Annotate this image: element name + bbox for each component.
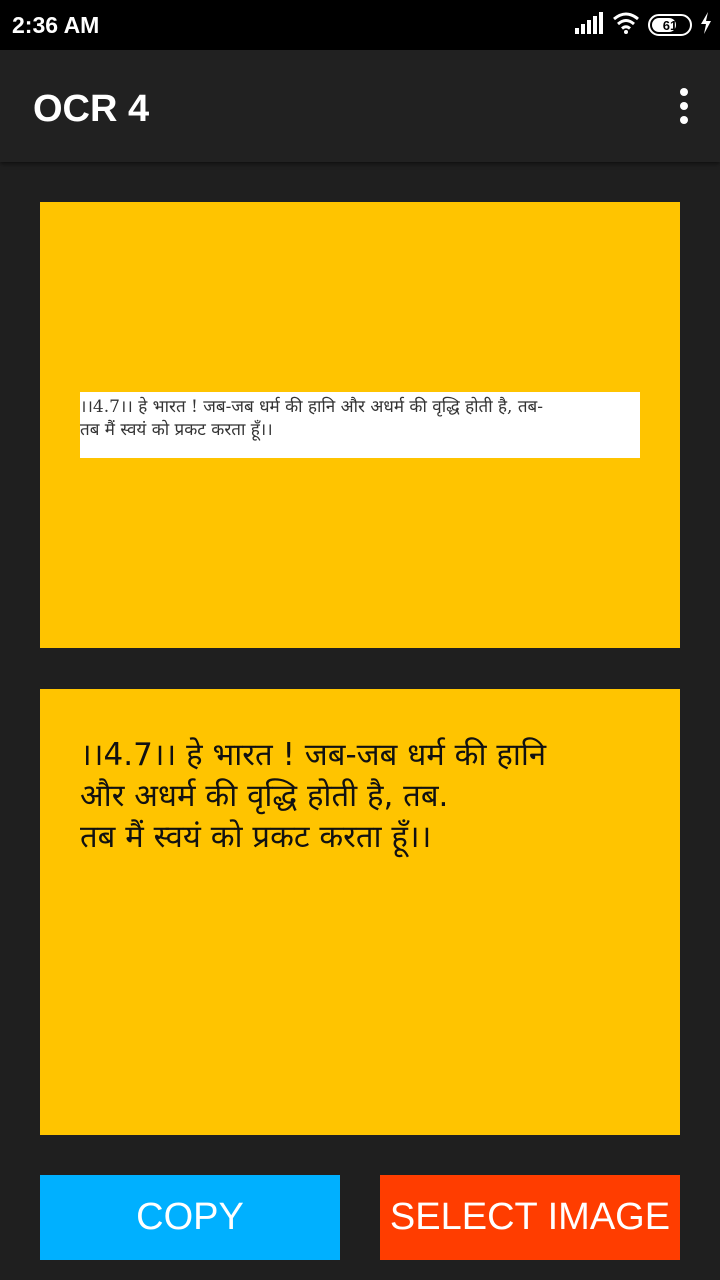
status-time: 2:36 AM	[12, 12, 100, 38]
wifi-icon	[612, 12, 640, 38]
ocr-result-card: ।।4.7।। हे भारत ! जब-जब धर्म की हानि और …	[40, 689, 680, 1135]
copy-button[interactable]: COPY	[40, 1175, 340, 1260]
image-preview-card: ।।4.7।। हे भारत ! जब-जब धर्म की हानि और …	[40, 202, 680, 648]
signal-icon	[574, 12, 604, 38]
app-title: OCR 4	[33, 88, 150, 130]
ocr-result-text: ।।4.7।। हे भारत ! जब-जब धर्म की हानि और …	[80, 735, 650, 858]
battery-icon: 61	[648, 14, 692, 36]
select-image-button[interactable]: SELECT IMAGE	[380, 1175, 680, 1260]
source-image-preview: ।।4.7।। हे भारत ! जब-जब धर्म की हानि और …	[80, 392, 640, 458]
charging-icon	[700, 12, 712, 38]
ocr-result-line: तब मैं स्वयं को प्रकट करता हूँ।।	[80, 819, 432, 855]
source-image-line: तब मैं स्वयं को प्रकट करता हूँ।।	[80, 420, 273, 440]
more-vert-icon[interactable]	[676, 88, 692, 124]
ocr-result-line: ।।4.7।। हे भारत ! जब-जब धर्म की हानि	[80, 737, 547, 773]
battery-level: 61	[662, 17, 678, 33]
app-bar: OCR 4	[0, 50, 720, 162]
status-bar: 2:36 AM 61	[0, 0, 720, 50]
ocr-result-line: और अधर्म की वृद्धि होती है, तब.	[80, 778, 449, 814]
source-image-line: ।।4.7।। हे भारत ! जब-जब धर्म की हानि और …	[80, 397, 543, 417]
status-icons: 61	[574, 12, 712, 38]
